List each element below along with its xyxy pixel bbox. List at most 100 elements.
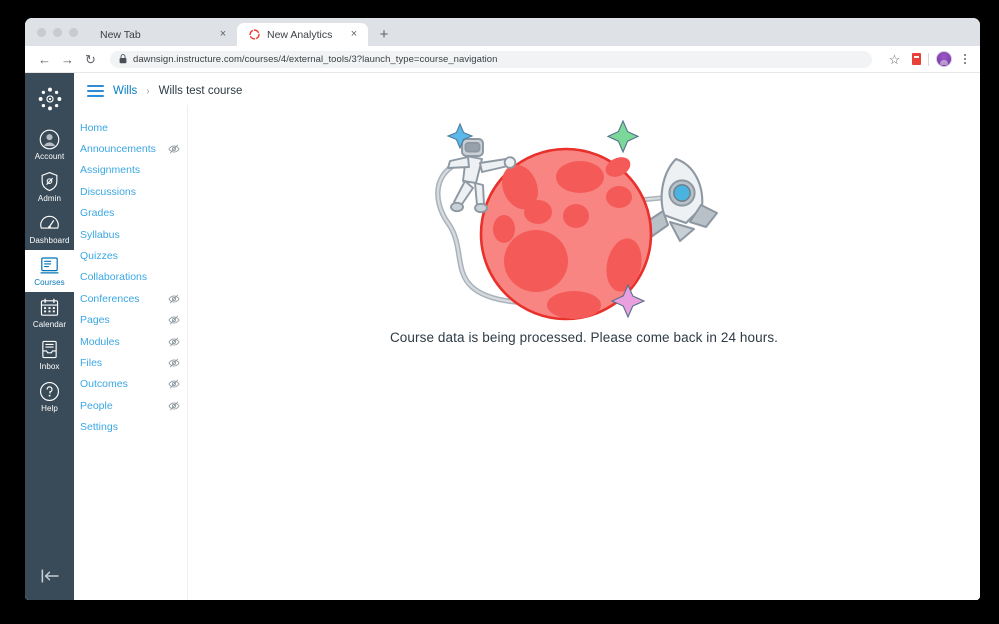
course-nav-label[interactable]: Syllabus (80, 229, 120, 241)
sidebar-item-label: Calendar (32, 320, 67, 329)
global-navigation-sidebar: Account Admin Dashboard Courses Calendar… (25, 73, 74, 600)
browser-window: New Tab × New Analytics × + ← → ↻ dawnsi… (25, 18, 980, 600)
course-nav-item-conferences[interactable]: Conferences (74, 288, 187, 309)
browser-tab-new-tab[interactable]: New Tab × (88, 23, 237, 46)
browser-tab-strip: New Tab × New Analytics × + (25, 18, 980, 46)
eye-slash-icon (168, 294, 180, 304)
back-icon[interactable]: ← (34, 49, 55, 70)
course-nav-item-pages[interactable]: Pages (74, 310, 187, 331)
course-nav-item-collaborations[interactable]: Collaborations (74, 267, 187, 288)
course-nav-item-announcements[interactable]: Announcements (74, 138, 187, 159)
sidebar-item-label: Account (34, 152, 65, 161)
course-nav-label[interactable]: Grades (80, 207, 114, 219)
course-nav-label[interactable]: Conferences (80, 293, 140, 305)
sidebar-item-help[interactable]: Help (25, 376, 74, 418)
eye-slash-icon (168, 401, 180, 411)
tab-title: New Analytics (267, 28, 333, 41)
course-nav-item-quizzes[interactable]: Quizzes (74, 245, 187, 266)
course-nav-item-outcomes[interactable]: Outcomes (74, 374, 187, 395)
course-nav-item-discussions[interactable]: Discussions (74, 181, 187, 202)
eye-slash-icon (168, 358, 180, 368)
shield-icon (39, 170, 61, 192)
sidebar-item-admin[interactable]: Admin (25, 166, 74, 208)
course-nav-item-settings[interactable]: Settings (74, 416, 187, 437)
browser-tab-new-analytics[interactable]: New Analytics × (237, 23, 368, 46)
forward-icon[interactable]: → (57, 49, 78, 70)
eye-slash-icon (168, 315, 180, 325)
eye-slash-icon (168, 144, 180, 154)
extension-icon[interactable] (912, 53, 921, 65)
address-bar[interactable]: dawnsign.instructure.com/courses/4/exter… (110, 50, 872, 68)
sidebar-item-label: Courses (34, 278, 65, 287)
collapse-left-icon (41, 569, 59, 583)
minimize-window-button[interactable] (53, 27, 62, 37)
reload-icon[interactable]: ↻ (80, 49, 101, 70)
sidebar-item-calendar[interactable]: Calendar (25, 292, 74, 334)
breadcrumb-separator: › (146, 85, 150, 97)
breadcrumb-current: Wills test course (158, 85, 243, 97)
course-nav-label[interactable]: Quizzes (80, 250, 118, 262)
course-content-area: Wills › Wills test course Home Announcem… (74, 73, 980, 600)
star-green-icon (606, 119, 640, 154)
course-nav-label[interactable]: Assignments (80, 164, 140, 176)
sidebar-item-label: Help (41, 404, 58, 413)
course-nav-label[interactable]: Home (80, 122, 108, 134)
eye-slash-icon (168, 379, 180, 389)
canvas-analytics-spinner-icon (249, 29, 260, 40)
browser-toolbar: ← → ↻ dawnsign.instructure.com/courses/4… (25, 46, 980, 73)
page-body: Account Admin Dashboard Courses Calendar… (25, 73, 980, 600)
url-text: dawnsign.instructure.com/courses/4/exter… (133, 53, 498, 65)
sidebar-item-inbox[interactable]: Inbox (25, 334, 74, 376)
tab-title: New Tab (100, 28, 141, 41)
course-nav-label[interactable]: Files (80, 357, 102, 369)
window-traffic-lights (33, 18, 88, 46)
course-nav-item-people[interactable]: People (74, 395, 187, 416)
course-nav-label[interactable]: Collaborations (80, 271, 147, 283)
course-nav-label[interactable]: Outcomes (80, 378, 128, 390)
speedometer-icon (39, 212, 61, 234)
question-circle-icon (39, 380, 61, 402)
inbox-tray-icon (39, 338, 61, 360)
empty-state-message: Course data is being processed. Please c… (389, 330, 779, 345)
collapse-sidebar-button[interactable] (25, 568, 74, 584)
close-icon[interactable]: × (349, 29, 359, 40)
course-nav-item-grades[interactable]: Grades (74, 203, 187, 224)
new-tab-button[interactable]: + (372, 23, 396, 46)
course-nav-label[interactable]: Modules (80, 336, 120, 348)
course-nav-item-syllabus[interactable]: Syllabus (74, 224, 187, 245)
canvas-logo[interactable] (35, 84, 65, 114)
analytics-empty-state: Course data is being processed. Please c… (188, 105, 980, 600)
calendar-icon (39, 296, 61, 318)
course-nav-label[interactable]: Discussions (80, 186, 136, 198)
sidebar-item-account[interactable]: Account (25, 124, 74, 166)
bookmark-star-icon[interactable]: ☆ (884, 49, 905, 70)
course-nav-item-home[interactable]: Home (74, 117, 187, 138)
course-nav-item-files[interactable]: Files (74, 352, 187, 373)
sidebar-item-dashboard[interactable]: Dashboard (25, 208, 74, 250)
course-nav-label[interactable]: Settings (80, 421, 118, 433)
course-nav-label[interactable]: Pages (80, 314, 110, 326)
breadcrumb: Wills › Wills test course (74, 73, 980, 105)
screenshot-root: New Tab × New Analytics × + ← → ↻ dawnsi… (0, 0, 999, 624)
course-navigation-menu: Home Announcements Assignments Discussio… (74, 105, 188, 600)
book-icon (39, 254, 61, 276)
maximize-window-button[interactable] (69, 27, 78, 37)
padlock-icon (119, 54, 127, 64)
sidebar-item-label: Inbox (39, 362, 60, 371)
close-window-button[interactable] (37, 27, 46, 37)
course-nav-item-modules[interactable]: Modules (74, 331, 187, 352)
close-icon[interactable]: × (218, 29, 228, 40)
course-nav-item-assignments[interactable]: Assignments (74, 160, 187, 181)
toolbar-actions: ☆ (881, 49, 971, 70)
breadcrumb-root-link[interactable]: Wills (113, 85, 137, 97)
toolbar-divider (928, 52, 929, 66)
eye-slash-icon (168, 337, 180, 346)
user-avatar-icon[interactable] (936, 51, 952, 67)
browser-menu-icon[interactable] (959, 54, 971, 64)
course-nav-label[interactable]: People (80, 400, 113, 412)
course-nav-label[interactable]: Announcements (80, 143, 156, 155)
user-circle-icon (39, 128, 61, 150)
hamburger-menu-icon[interactable] (87, 85, 104, 97)
sidebar-item-label: Admin (37, 194, 62, 203)
sidebar-item-courses[interactable]: Courses (25, 250, 74, 292)
